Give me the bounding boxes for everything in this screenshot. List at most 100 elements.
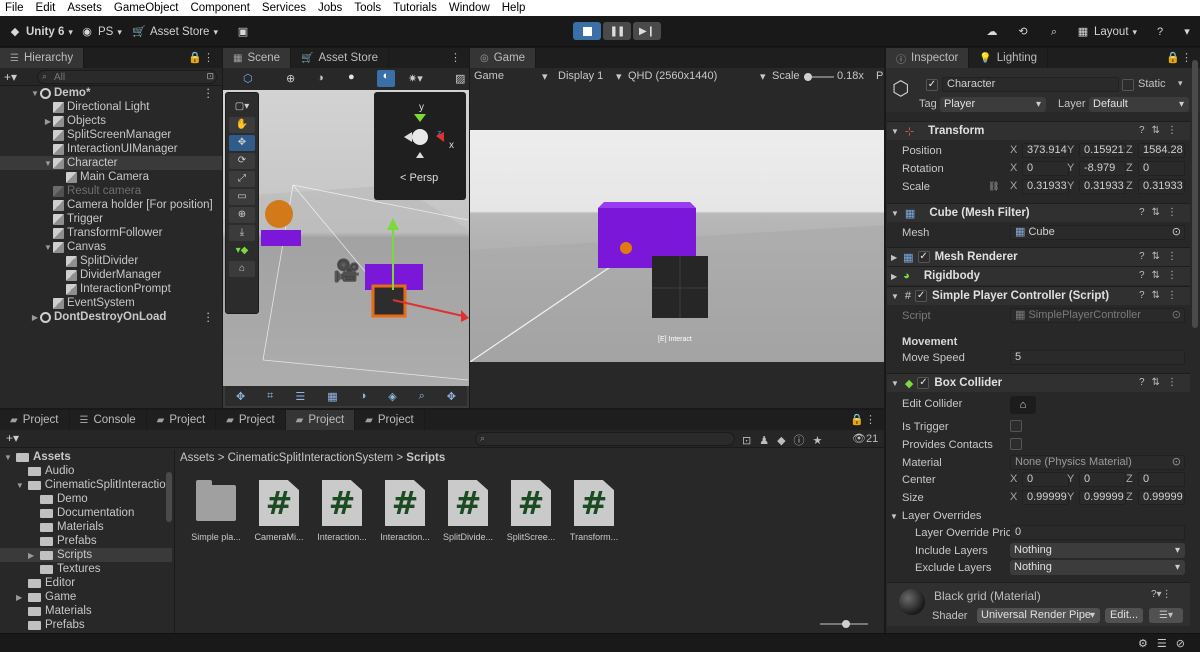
hierarchy-item[interactable]: Trigger — [0, 212, 222, 226]
help-icon[interactable]: ? — [1153, 24, 1171, 40]
layers-icon[interactable]: ◈ — [388, 390, 396, 403]
include-layers-dropdown[interactable]: Nothing — [1010, 543, 1185, 558]
menu-item-tools[interactable]: Tools — [354, 2, 381, 14]
foldout-arrow-icon[interactable]: ▶ — [16, 593, 28, 602]
breadcrumb-item[interactable]: Assets — [180, 452, 215, 464]
account-button[interactable]: ◉ PS ▾ — [80, 24, 122, 40]
add-button[interactable]: +▾ — [4, 70, 17, 84]
tab-inspector[interactable]: ⓘ Inspector — [886, 48, 970, 68]
cloud-icon[interactable]: ☁ — [985, 24, 1003, 40]
project-search-input[interactable]: ⌕ — [475, 432, 735, 446]
scale-tool-icon[interactable]: ⤢ — [229, 171, 255, 187]
inspector-box_collider-size-y-field[interactable]: 0.99999 — [1079, 490, 1126, 505]
more-icon[interactable]: ▾ — [1180, 24, 1198, 40]
asset-item[interactable]: # CameraMi... — [249, 480, 309, 542]
hierarchy-item[interactable]: InteractionUIManager — [0, 142, 222, 156]
inspector-transform-scale-y-field[interactable]: 0.31933 — [1079, 179, 1126, 194]
menu-item-jobs[interactable]: Jobs — [318, 2, 342, 14]
project-folder[interactable]: ▼ CinematicSplitInteraction — [0, 478, 172, 492]
menu-item-component[interactable]: Component — [190, 2, 249, 14]
game-mode-dropdown[interactable]: Game ▾ — [474, 70, 548, 83]
rigidbody-header[interactable]: ▶ ◕ Rigidbody ?⇅⋮ — [887, 266, 1190, 285]
pivot-icon[interactable]: ✥ — [447, 390, 456, 403]
orientation-gizmo[interactable]: y x z < Persp — [374, 92, 466, 200]
scene-menu-icon[interactable]: ⋮ — [203, 310, 215, 324]
move-speed-field[interactable]: 5 — [1010, 350, 1185, 365]
filter-icon[interactable]: ⊡ — [206, 71, 214, 82]
menu-item-edit[interactable]: Edit — [36, 2, 56, 14]
grid-icon[interactable]: ⊕ — [286, 72, 295, 85]
lock-icon[interactable]: 🔒 — [850, 413, 864, 426]
project-folder[interactable]: Prefabs — [0, 534, 172, 548]
panel-menu-icon[interactable]: ⋮ — [450, 51, 461, 64]
project-folder[interactable]: Audio — [0, 464, 172, 478]
panel-menu-icon[interactable]: ⋮ — [865, 413, 876, 426]
inspector-transform-scale-z-field[interactable]: 0.31933 — [1138, 179, 1185, 194]
project-folder[interactable]: ▶ Game — [0, 590, 172, 604]
tab-lighting[interactable]: 💡 Lighting — [969, 48, 1049, 68]
hierarchy-item[interactable]: Directional Light — [0, 100, 222, 114]
scene-menu-icon[interactable]: ⋮ — [203, 86, 215, 100]
tag-dropdown[interactable]: Player — [940, 97, 1046, 112]
tree-scrollbar[interactable] — [166, 472, 172, 522]
exclude-layers-dropdown[interactable]: Nothing — [1010, 560, 1185, 575]
snap-icon[interactable]: ⌗ — [267, 390, 273, 403]
project-folder[interactable]: Materials — [0, 604, 172, 618]
asset-item[interactable]: # SplitDivide... — [438, 480, 498, 542]
inspector-transform-rotation-z-field[interactable]: 0 — [1138, 161, 1185, 176]
tab-project-2[interactable]: ▰ Project — [146, 410, 217, 430]
layer-override-priority-field[interactable]: 0 — [1010, 525, 1185, 540]
icon-size-slider[interactable] — [820, 620, 868, 628]
project-folder[interactable]: ▶ Scripts — [0, 548, 172, 562]
overlay-icon[interactable]: ▨ — [455, 72, 465, 85]
hierarchy-item[interactable]: ▼ Character — [0, 156, 222, 170]
project-folder[interactable]: Materials — [0, 520, 172, 534]
hierarchy-item[interactable]: SplitScreenManager — [0, 128, 222, 142]
static-dropdown-icon[interactable]: ▾ — [1178, 78, 1183, 89]
scene-viewport[interactable]: 🎥 ▢▾ ✋ ✥ ⟳ ⤢ ▭ ⊕ ⤓ ▾◆ ⌂ y x z < Persp — [223, 90, 469, 386]
hierarchy-item[interactable]: TransformFollower — [0, 226, 222, 240]
create-button[interactable]: +▾ — [6, 431, 19, 445]
component-tool-icon[interactable]: ▾◆ — [229, 243, 255, 259]
move-tool-icon[interactable]: ✥ — [229, 135, 255, 151]
rotate-tool-icon[interactable]: ⟳ — [229, 153, 255, 169]
hierarchy-item[interactable]: Camera holder [For position] — [0, 198, 222, 212]
menu-item-assets[interactable]: Assets — [67, 2, 102, 14]
shaded-icon[interactable]: ● — [348, 71, 355, 83]
inspector-transform-rotation-y-field[interactable]: -8.979 — [1079, 161, 1126, 176]
grid-snap-icon[interactable]: ▦ — [327, 390, 337, 403]
hidden-packages-toggle[interactable]: 👁21 — [852, 432, 878, 445]
box-collider-header[interactable]: ▼ ◆ ✓ Box Collider ?⇅⋮ — [887, 373, 1190, 392]
lock-icon[interactable]: 🔒 — [188, 51, 202, 64]
menu-item-file[interactable]: File — [5, 2, 24, 14]
foldout-arrow-icon[interactable]: ▶ — [30, 313, 40, 322]
inspector-transform-position-z-field[interactable]: 1584.28 — [1138, 143, 1185, 158]
tab-project-0[interactable]: ▰ Project — [0, 410, 70, 430]
history-icon[interactable]: ⟲ — [1016, 24, 1034, 40]
search-icon[interactable]: ⌕ — [419, 390, 425, 403]
scale-slider[interactable] — [804, 73, 834, 81]
physics-material-field[interactable]: None (Physics Material) ⊙ — [1010, 455, 1185, 470]
asset-store-button[interactable]: 🛒 Asset Store ▾ — [132, 24, 218, 40]
shader-options-button[interactable]: ☰▾ — [1149, 608, 1183, 623]
project-folder[interactable]: Editor — [0, 576, 172, 590]
hierarchy-item[interactable]: Main Camera — [0, 170, 222, 184]
tab-hierarchy[interactable]: ☰ Hierarchy — [0, 48, 85, 68]
foldout-arrow-icon[interactable]: ▶ — [28, 551, 40, 560]
mesh-field[interactable]: ▦ Cube ⊙ — [1010, 225, 1185, 240]
global-toggle-icon[interactable]: ⬡ — [243, 72, 253, 85]
collider-tool-icon[interactable]: ⌂ — [229, 261, 255, 277]
link-icon[interactable]: ⛓ — [988, 181, 999, 192]
align-icon[interactable]: ☰ — [295, 390, 305, 403]
package-icon[interactable]: ▣ — [236, 24, 254, 40]
breadcrumb-item[interactable]: Scripts — [406, 452, 445, 464]
foldout-arrow-icon[interactable]: ▼ — [43, 159, 53, 168]
status-icons[interactable]: ⚙☰⊘ — [1138, 637, 1194, 650]
hierarchy-item[interactable]: InteractionPrompt — [0, 282, 222, 296]
foldout-arrow-icon[interactable]: ▼ — [30, 89, 40, 98]
search-icon[interactable]: ⌕ — [1047, 24, 1065, 40]
tab-project-3[interactable]: ▰ Project — [216, 410, 286, 430]
tab-project-4[interactable]: ▰ Project — [285, 410, 356, 430]
asset-item[interactable]: # Interaction... — [312, 480, 372, 542]
inspector-transform-position-x-field[interactable]: 373.914 — [1022, 143, 1069, 158]
